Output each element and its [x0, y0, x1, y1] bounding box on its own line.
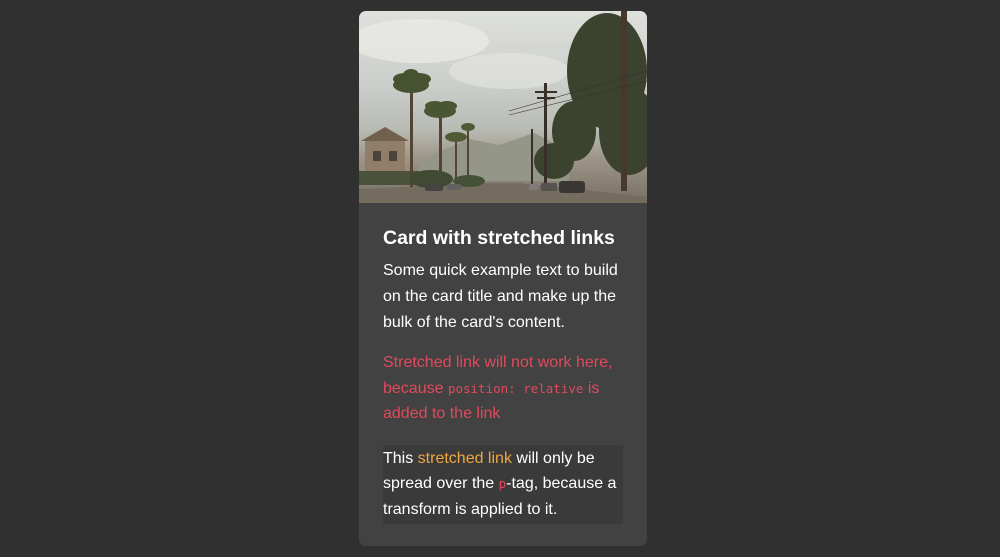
card-body: Card with stretched links Some quick exa… — [359, 203, 647, 524]
position-relative-code: position: relative — [447, 380, 584, 396]
card-image — [359, 11, 647, 203]
transform-paragraph: This stretched link will only be spread … — [383, 444, 623, 524]
street-photo-illustration — [359, 11, 647, 203]
card-text: Some quick example text to build on the … — [383, 262, 618, 331]
card-title: Card with stretched links — [383, 227, 615, 249]
non-working-stretched-link[interactable]: Stretched link will not work here, becau… — [383, 350, 623, 427]
card: Card with stretched links Some quick exa… — [359, 11, 647, 546]
stretched-link[interactable]: stretched link — [418, 450, 512, 467]
note-text-before: This — [383, 449, 418, 467]
